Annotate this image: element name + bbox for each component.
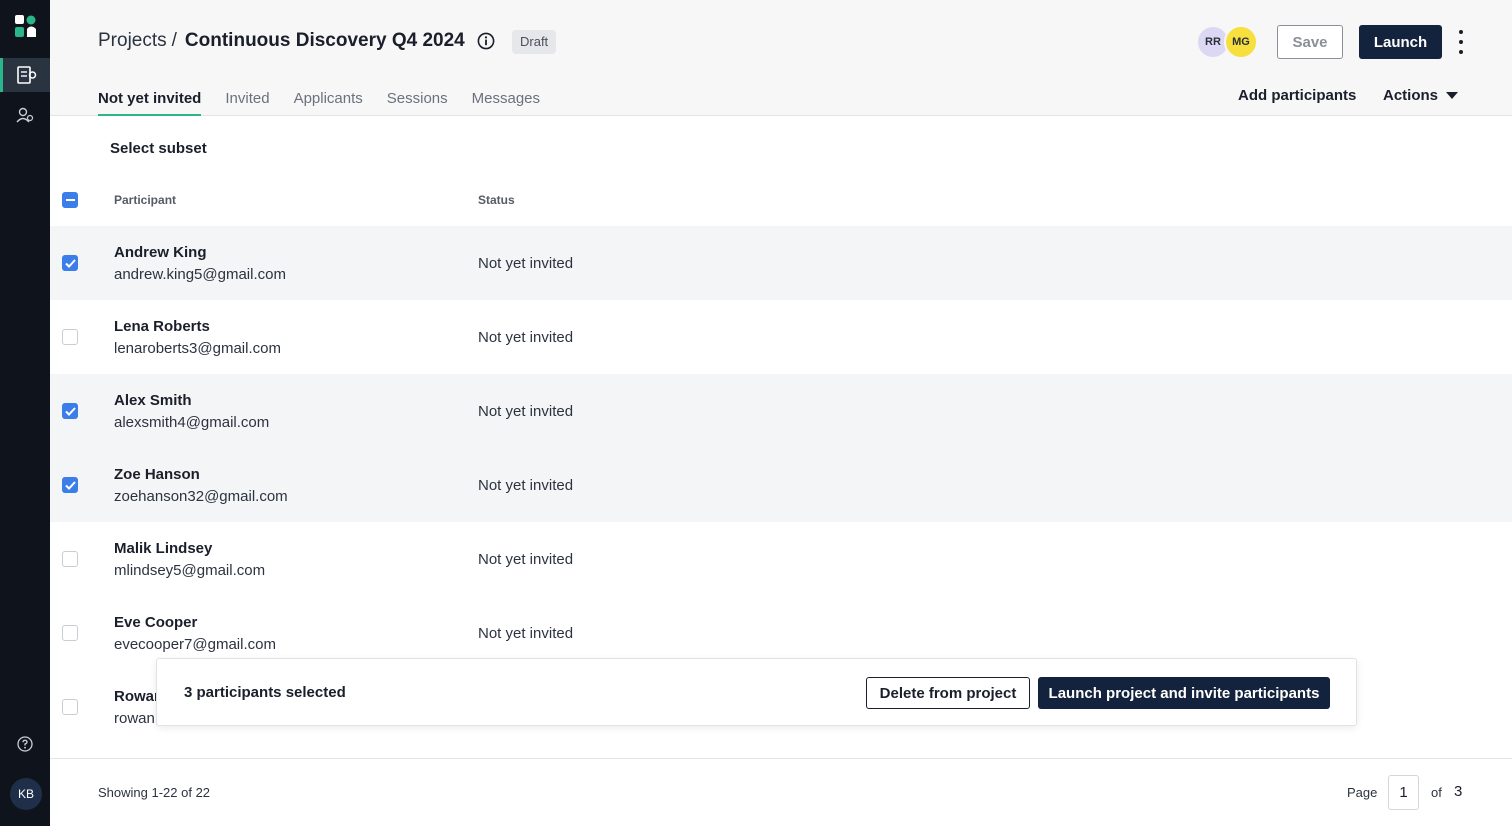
table-row[interactable]: Zoe Hanson zoehanson32@gmail.com Not yet i… (50, 448, 1512, 522)
row-checkbox[interactable] (62, 551, 78, 567)
checkmark-icon (64, 480, 76, 490)
select-all-checkbox[interactable] (62, 192, 78, 208)
row-checkbox[interactable] (62, 477, 78, 493)
page-number-input[interactable] (1388, 775, 1419, 810)
tab-applicants[interactable]: Applicants (294, 80, 363, 116)
tab-bar: Not yet invited Invited Applicants Sessi… (98, 80, 564, 116)
breadcrumb-separator: / (171, 30, 177, 51)
participant-name[interactable]: Eve Cooper (114, 614, 197, 631)
participant-email: evecooper7@gmail.com (114, 636, 276, 653)
tab-not-yet-invited[interactable]: Not yet invited (98, 80, 202, 116)
actions-label: Actions (1383, 87, 1439, 104)
table-row[interactable]: Alex Smith alexsmith4@gmail.com Not yet in… (50, 374, 1512, 448)
launch-button[interactable]: Launch (1359, 25, 1442, 59)
participant-status: Not yet invited (478, 477, 574, 494)
row-checkbox[interactable] (62, 625, 78, 641)
project-title: Continuous Discovery Q4 2024 (184, 30, 465, 51)
page-label: Page (1347, 785, 1378, 800)
status-badge: Draft (512, 30, 557, 54)
breadcrumb-projects-link[interactable]: Projects (98, 30, 167, 52)
help-icon[interactable] (17, 736, 33, 752)
participant-name[interactable]: Andrew King (114, 244, 207, 261)
participant-email: mlindsey5@gmail.com (114, 562, 266, 579)
participant-status: Not yet invited (478, 625, 574, 642)
column-header-participant: Participant (114, 193, 177, 207)
select-subset-button[interactable]: Select subset (110, 140, 207, 157)
participant-name[interactable]: Alex Smith (114, 392, 192, 409)
table-row[interactable]: Lena Roberts lenaroberts3@gmail.com Not ye… (50, 300, 1512, 374)
collaborator-avatar[interactable]: MG (1224, 25, 1258, 59)
page-header: Projects / Continuous Discovery Q4 2024 … (50, 0, 1512, 116)
participants-icon (16, 107, 34, 123)
table-row[interactable]: Malik Lindsey mlindsey5@gmail.com Not yet … (50, 522, 1512, 596)
participant-status: Not yet invited (478, 403, 574, 420)
actions-dropdown[interactable]: Actions (1383, 87, 1459, 104)
add-participants-button[interactable]: Add participants (1238, 87, 1356, 104)
breadcrumb: Projects / Continuous Discovery Q4 2024 (98, 30, 495, 52)
nav-participants[interactable] (0, 98, 50, 132)
launch-and-invite-button[interactable]: Launch project and invite participants (1038, 677, 1330, 709)
left-rail: KB (0, 0, 50, 826)
participant-status: Not yet invited (478, 551, 574, 568)
tab-sessions[interactable]: Sessions (387, 80, 448, 116)
tab-invited[interactable]: Invited (225, 80, 269, 116)
total-pages: 3 (1454, 783, 1463, 800)
row-checkbox[interactable] (62, 255, 78, 271)
table-row[interactable]: Andrew King andrew.king5@gmail.com Not yet… (50, 226, 1512, 300)
participant-status: Not yet invited (478, 255, 574, 272)
info-icon[interactable] (477, 32, 495, 50)
participant-email: alexsmith4@gmail.com (114, 414, 270, 431)
results-count: Showing 1-22 of 22 (98, 785, 211, 800)
participant-name[interactable]: Lena Roberts (114, 318, 210, 335)
checkmark-icon (64, 406, 76, 416)
participant-email: andrew.king5@gmail.com (114, 266, 286, 283)
checkmark-icon (64, 258, 76, 268)
delete-from-project-button[interactable]: Delete from project (866, 677, 1030, 709)
tab-messages[interactable]: Messages (472, 80, 540, 116)
participant-email: rowan (114, 710, 155, 727)
selection-action-bar: 3 participants selected Delete from proj… (156, 658, 1357, 726)
selection-count: 3 participants selected (184, 684, 346, 701)
collaborator-avatars: RR MG (1196, 25, 1258, 59)
row-checkbox[interactable] (62, 329, 78, 345)
participant-name[interactable]: Zoe Hanson (114, 466, 200, 483)
table-header: Participant Status (50, 176, 1512, 226)
participant-email: zoehanson32@gmail.com (114, 488, 288, 505)
projects-icon (16, 66, 36, 84)
nav-projects[interactable] (0, 58, 50, 92)
of-label: of (1431, 785, 1442, 800)
more-options-icon[interactable] (1451, 30, 1471, 54)
column-header-status: Status (478, 193, 515, 207)
row-checkbox[interactable] (62, 699, 78, 715)
participant-email: lenaroberts3@gmail.com (114, 340, 281, 357)
user-avatar[interactable]: KB (10, 778, 42, 810)
row-checkbox[interactable] (62, 403, 78, 419)
app-logo-icon[interactable] (15, 15, 37, 37)
pagination-footer: Showing 1-22 of 22 Page of 3 (50, 758, 1512, 826)
save-button[interactable]: Save (1277, 25, 1343, 59)
participant-name[interactable]: Malik Lindsey (114, 540, 212, 557)
caret-down-icon (1446, 92, 1459, 99)
participant-status: Not yet invited (478, 329, 574, 346)
